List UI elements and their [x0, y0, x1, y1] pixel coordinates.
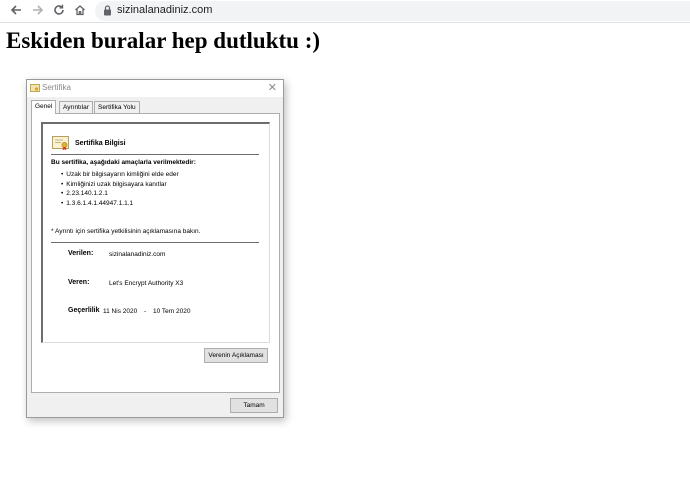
divider — [51, 242, 259, 243]
url-text: sizinalanadiniz.com — [117, 4, 213, 16]
general-tab-panel: Sertifika Bilgisi Bu sertifika, aşağıdak… — [31, 113, 280, 393]
issuer-note: * Ayrıntı için sertifika yetkilisinin aç… — [51, 228, 201, 235]
home-button[interactable] — [72, 2, 88, 18]
close-icon[interactable]: ✕ — [268, 81, 277, 95]
issued-by-value: Let's Encrypt Authority X3 — [109, 280, 184, 287]
validity-separator: - — [144, 308, 147, 315]
validity-range: 11 Nis 2020 - 10 Tem 2020 — [103, 308, 190, 315]
page-heading: Eskiden buralar hep dutluktu :) — [6, 28, 321, 53]
certificate-dialog: Sertifika ✕ Genel Ayrıntılar Sertifika Y… — [26, 79, 284, 418]
list-item: Uzak bir bilgisayarın kimliğini elde ede… — [61, 170, 178, 180]
certificate-info-box: Sertifika Bilgisi Bu sertifika, aşağıdak… — [41, 122, 270, 343]
reload-button[interactable] — [51, 2, 67, 18]
validity-label: Geçerlilik — [68, 307, 100, 314]
dialog-title: Sertifika — [42, 83, 71, 92]
lock-icon — [104, 5, 111, 16]
ok-button[interactable]: Tamam — [230, 398, 278, 413]
certificate-info-title: Sertifika Bilgisi — [75, 140, 126, 147]
tab-ayrintilar[interactable]: Ayrıntılar — [59, 101, 93, 113]
divider — [51, 154, 259, 155]
dialog-titlebar[interactable]: Sertifika ✕ — [27, 80, 283, 97]
certificate-icon — [30, 84, 40, 92]
purposes-list: Uzak bir bilgisayarın kimliğini elde ede… — [61, 170, 179, 209]
issued-by-label: Veren: — [68, 279, 90, 286]
arrow-right-icon — [33, 5, 44, 15]
validity-to: 10 Tem 2020 — [153, 308, 191, 315]
certificate-icon — [52, 136, 69, 151]
list-item: 2.23.140.1.2.1 — [61, 189, 179, 199]
list-item: Kimliğinizi uzak bilgisayara kanıtlar — [61, 180, 179, 190]
tab-sertifika-yolu[interactable]: Sertifika Yolu — [94, 101, 140, 113]
forward-button[interactable] — [30, 2, 46, 18]
address-bar[interactable]: sizinalanadiniz.com — [95, 1, 690, 21]
issued-to-value: sizinalanadiniz.com — [109, 251, 166, 258]
arrow-left-icon — [10, 5, 21, 15]
tab-genel[interactable]: Genel — [31, 100, 57, 114]
reload-icon — [54, 4, 64, 15]
validity-from: 11 Nis 2020 — [103, 308, 138, 315]
home-icon — [75, 5, 85, 16]
purposes-heading: Bu sertifika, aşağıdaki amaçlarla verilm… — [51, 159, 196, 166]
back-button[interactable] — [8, 2, 24, 18]
list-item: 1.3.6.1.4.1.44947.1.1.1 — [61, 199, 179, 209]
browser-toolbar: sizinalanadiniz.com — [0, 0, 690, 23]
issuer-statement-button[interactable]: Verenin Açıklaması — [204, 348, 268, 363]
issued-to-label: Verilen: — [68, 250, 94, 257]
